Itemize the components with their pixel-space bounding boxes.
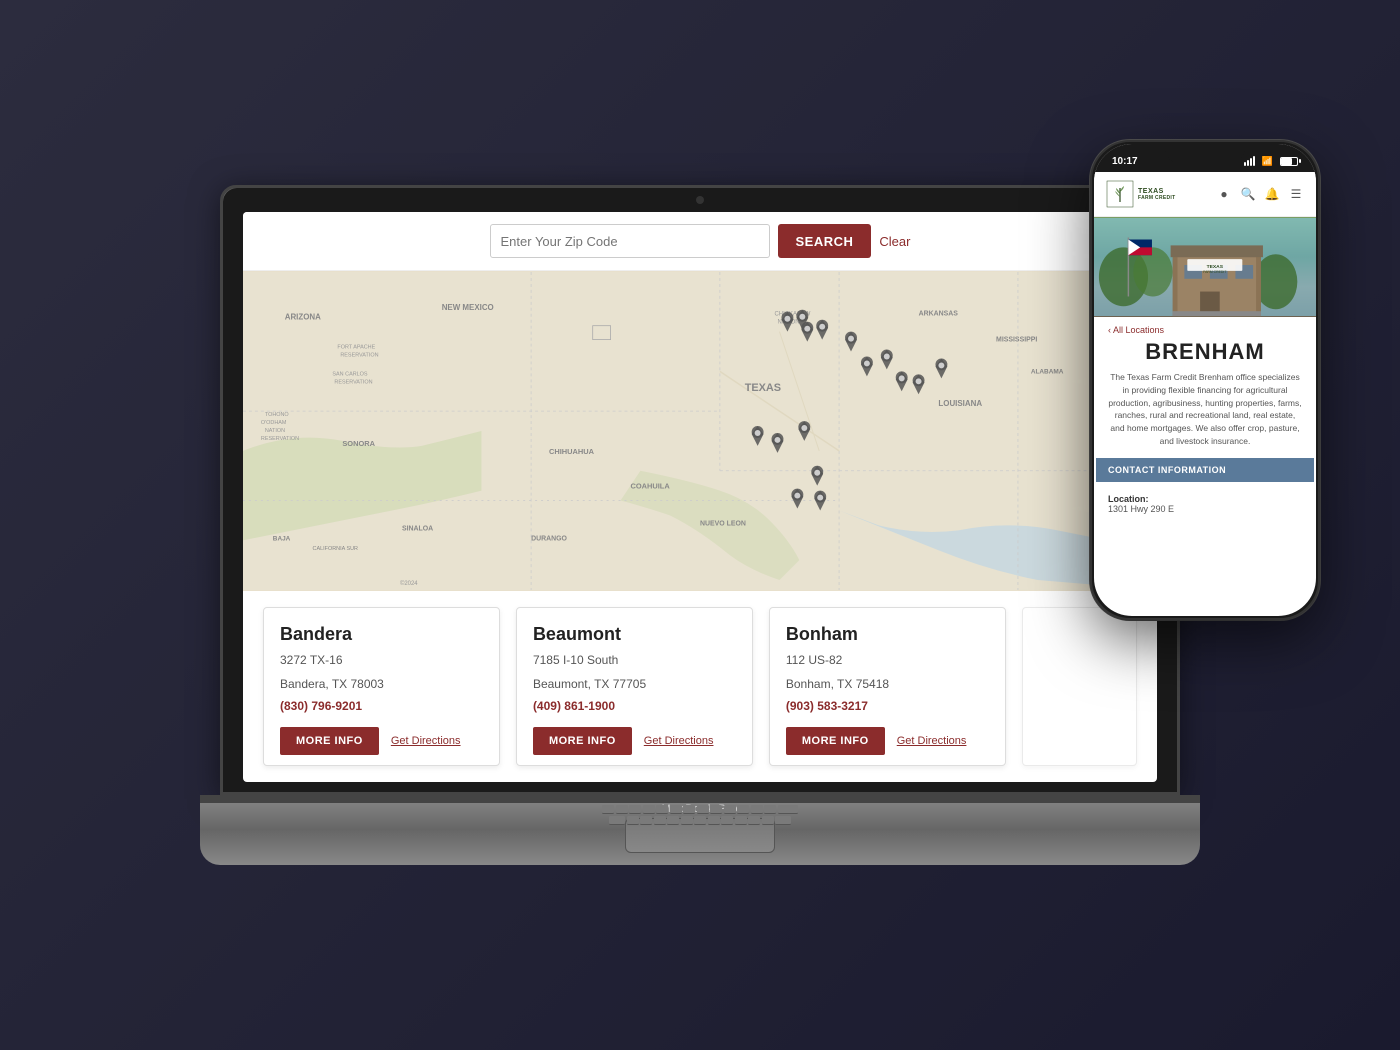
location-card-partial [1022, 607, 1137, 766]
screen-content: SEARCH Clear [243, 212, 1157, 782]
back-to-locations[interactable]: ‹ All Locations [1108, 325, 1302, 335]
scene: SEARCH Clear [0, 0, 1400, 1050]
keyboard-row-2 [609, 816, 791, 825]
more-info-button-beaumont[interactable]: MORE INFO [533, 727, 632, 755]
phone-detail-content: ‹ All Locations BRENHAM The Texas Farm C… [1094, 317, 1316, 616]
svg-text:ARKANSAS: ARKANSAS [919, 311, 959, 318]
card-csz-bonham: Bonham, TX 75418 [786, 675, 989, 693]
svg-text:MISSISSIPPI: MISSISSIPPI [996, 337, 1037, 344]
contact-location-row: Location: 1301 Hwy 290 E [1108, 490, 1302, 518]
card-csz-bandera: Bandera, TX 78003 [280, 675, 483, 693]
phone-clock-icon[interactable]: ● [1216, 186, 1232, 202]
signal-bar-1 [1244, 162, 1246, 166]
card-phone-bonham[interactable]: (903) 583-3217 [786, 699, 989, 713]
location-card-beaumont: Beaumont 7185 I-10 South Beaumont, TX 77… [516, 607, 753, 766]
phone-city-title: BRENHAM [1108, 339, 1302, 365]
location-card-bonham: Bonham 112 US-82 Bonham, TX 75418 (903) … [769, 607, 1006, 766]
svg-text:O'ODHAM: O'ODHAM [261, 420, 287, 426]
phone-notification-icon[interactable]: 🔔 [1264, 186, 1280, 202]
svg-text:FARM CREDIT: FARM CREDIT [1203, 270, 1227, 274]
clear-link[interactable]: Clear [879, 234, 910, 249]
svg-text:FORT APACHE: FORT APACHE [337, 345, 375, 351]
laptop-screen: SEARCH Clear [243, 212, 1157, 782]
location-card-bandera: Bandera 3272 TX-16 Bandera, TX 78003 (83… [263, 607, 500, 766]
phone-screen: 10:17 📶 [1094, 144, 1316, 616]
map-area: ARIZONA NEW MEXICO TEXAS LOUISIANA MISSI… [243, 271, 1157, 591]
svg-text:BAJA: BAJA [273, 535, 291, 542]
phone-status-icons: 📶 [1244, 156, 1298, 167]
svg-text:COAHUILA: COAHUILA [630, 482, 670, 491]
location-label: Location: [1108, 494, 1302, 504]
phone-location-description: The Texas Farm Credit Brenham office spe… [1108, 371, 1302, 448]
phone-logo-text: TEXAS FARM CREDIT [1138, 188, 1175, 201]
svg-text:NEW MEXICO: NEW MEXICO [442, 303, 494, 312]
keyboard-row [602, 805, 798, 814]
chevron-left-icon: ‹ [1108, 325, 1111, 335]
building-image: TEXAS FARM CREDIT [1094, 217, 1316, 317]
zip-input[interactable] [490, 224, 770, 258]
svg-text:DURANGO: DURANGO [531, 535, 567, 542]
location-value: 1301 Hwy 290 E [1108, 504, 1302, 514]
svg-text:RESERVATION: RESERVATION [261, 436, 299, 442]
search-button[interactable]: SEARCH [778, 224, 872, 258]
search-bar: SEARCH Clear [243, 212, 1157, 271]
phone-notch [1165, 142, 1245, 164]
card-phone-bandera[interactable]: (830) 796-9201 [280, 699, 483, 713]
card-street-beaumont: 7185 I-10 South [533, 651, 736, 669]
svg-text:TOHONO: TOHONO [265, 412, 289, 418]
directions-link-bandera[interactable]: Get Directions [391, 735, 461, 747]
svg-text:©2024: ©2024 [400, 580, 418, 587]
phone-nav: TEXAS FARM CREDIT ● 🔍 🔔 ☰ [1094, 172, 1316, 217]
svg-text:ALABAMA: ALABAMA [1031, 368, 1064, 375]
phone-nav-icons: ● 🔍 🔔 ☰ [1216, 186, 1304, 202]
laptop-camera [696, 196, 704, 204]
cards-section: Bandera 3272 TX-16 Bandera, TX 78003 (83… [243, 591, 1157, 782]
directions-link-beaumont[interactable]: Get Directions [644, 735, 714, 747]
more-info-button-bandera[interactable]: MORE INFO [280, 727, 379, 755]
card-city-bonham: Bonham [786, 624, 989, 645]
card-phone-beaumont[interactable]: (409) 861-1900 [533, 699, 736, 713]
svg-text:RESERVATION: RESERVATION [334, 379, 372, 385]
wifi-icon: 📶 [1262, 156, 1273, 167]
card-street-bonham: 112 US-82 [786, 651, 989, 669]
phone-menu-icon[interactable]: ☰ [1288, 186, 1304, 202]
svg-text:SONORA: SONORA [342, 439, 375, 448]
phone-search-icon[interactable]: 🔍 [1240, 186, 1256, 202]
card-city-beaumont: Beaumont [533, 624, 736, 645]
card-csz-beaumont: Beaumont, TX 77705 [533, 675, 736, 693]
card-buttons-beaumont: MORE INFO Get Directions [533, 727, 736, 755]
laptop-base: MacBook Pro [200, 795, 1200, 865]
svg-text:SINALOA: SINALOA [402, 525, 433, 532]
map-background: ARIZONA NEW MEXICO TEXAS LOUISIANA MISSI… [243, 271, 1157, 591]
signal-bar-2 [1247, 160, 1249, 166]
card-buttons-bonham: MORE INFO Get Directions [786, 727, 989, 755]
texas-farm-credit-logo [1106, 180, 1134, 208]
phone-time: 10:17 [1112, 156, 1138, 167]
laptop: SEARCH Clear [220, 185, 1180, 865]
laptop-lid: SEARCH Clear [220, 185, 1180, 795]
phone: 10:17 📶 [1090, 140, 1320, 620]
battery-icon [1280, 157, 1298, 166]
svg-text:NUEVO LEON: NUEVO LEON [700, 520, 746, 527]
svg-text:RESERVATION: RESERVATION [340, 352, 378, 358]
svg-text:NATION: NATION [265, 428, 285, 434]
contact-info-header: CONTACT INFORMATION [1096, 458, 1314, 482]
card-street-bandera: 3272 TX-16 [280, 651, 483, 669]
svg-text:SAN CARLOS: SAN CARLOS [332, 371, 368, 377]
svg-text:CALIFORNIA SUR: CALIFORNIA SUR [313, 546, 359, 552]
more-info-button-bonham[interactable]: MORE INFO [786, 727, 885, 755]
back-link-label: All Locations [1113, 325, 1164, 335]
signal-bar-3 [1250, 158, 1252, 166]
card-buttons-bandera: MORE INFO Get Directions [280, 727, 483, 755]
signal-bar-4 [1253, 156, 1255, 166]
phone-hero-image: TEXAS FARM CREDIT [1094, 217, 1316, 317]
svg-text:ARIZONA: ARIZONA [285, 313, 321, 322]
laptop-hinge [200, 795, 1200, 803]
card-city-bandera: Bandera [280, 624, 483, 645]
svg-text:TEXAS: TEXAS [745, 382, 781, 394]
directions-link-bonham[interactable]: Get Directions [897, 735, 967, 747]
phone-logo: TEXAS FARM CREDIT [1106, 180, 1175, 208]
svg-text:CHIHUAHUA: CHIHUAHUA [549, 447, 595, 456]
svg-text:LOUISIANA: LOUISIANA [938, 399, 982, 408]
